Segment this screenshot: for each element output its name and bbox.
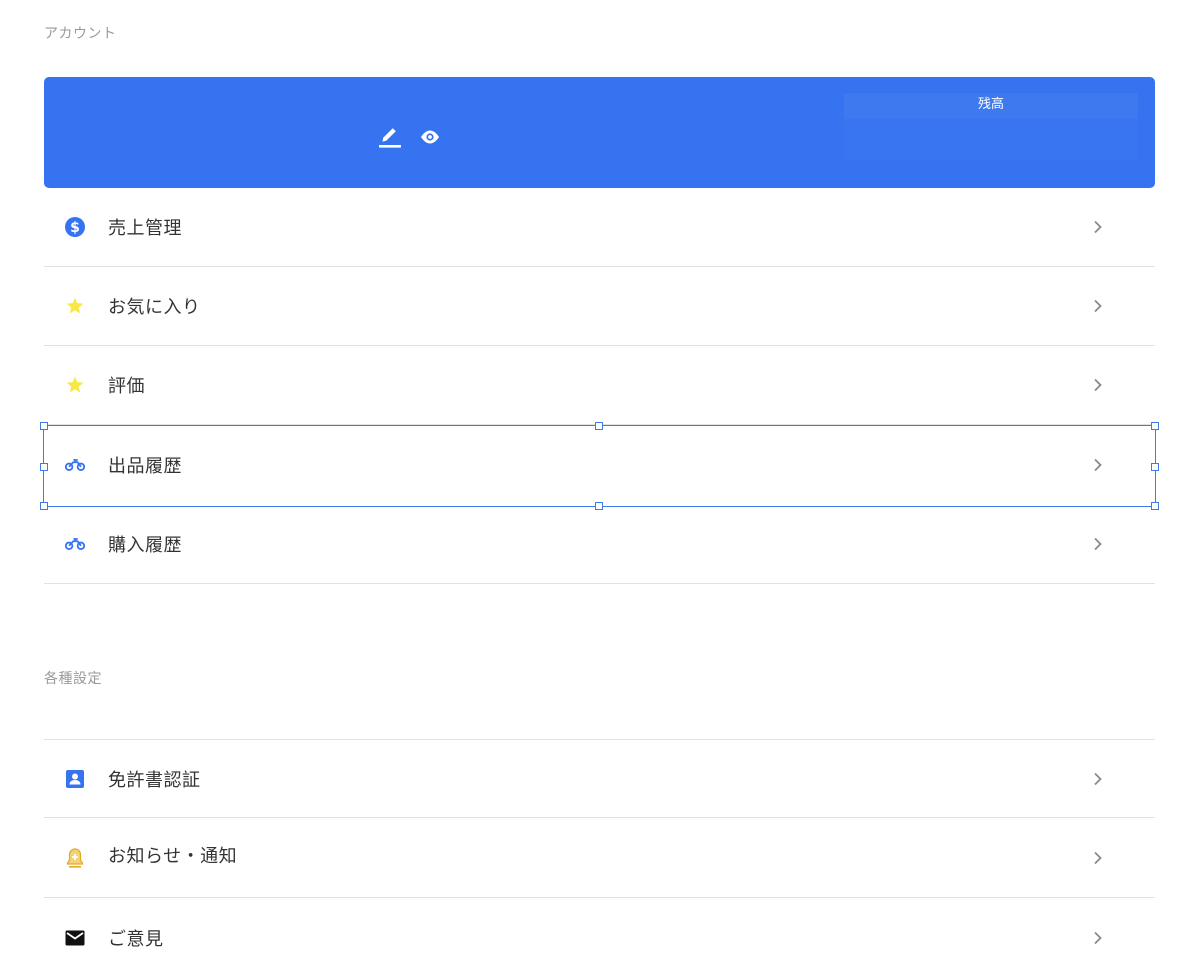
- eye-icon[interactable]: [418, 125, 442, 149]
- menu-item-sales[interactable]: $ 売上管理: [44, 188, 1155, 267]
- motorcycle-icon: [65, 455, 85, 475]
- balance-header: 残高: [844, 93, 1138, 119]
- menu-item-ratings[interactable]: 評価: [44, 346, 1155, 425]
- chevron-right-icon: [1091, 458, 1105, 472]
- balance-value-area: [844, 119, 1138, 159]
- profile-card: 残高: [44, 77, 1155, 188]
- settings-menu: 免許書認証 お知らせ・通知 ご意見: [44, 739, 1155, 978]
- section-title-account: アカウント: [44, 26, 117, 42]
- menu-item-feedback[interactable]: ご意見: [44, 898, 1155, 978]
- account-menu: $ 売上管理 お気に入り 評価 出品履歴 購入履歴: [44, 188, 1155, 584]
- chevron-right-icon: [1091, 537, 1105, 551]
- menu-label: 評価: [108, 376, 145, 397]
- id-card-icon: [65, 769, 85, 789]
- menu-label: お知らせ・通知: [108, 845, 238, 867]
- profile-actions: [378, 125, 442, 149]
- section-title-settings: 各種設定: [44, 671, 102, 687]
- menu-item-favorites[interactable]: お気に入り: [44, 267, 1155, 346]
- motorcycle-icon: [65, 534, 85, 554]
- star-icon: [65, 296, 85, 316]
- menu-label: 出品履歴: [108, 455, 182, 477]
- chevron-right-icon: [1091, 299, 1105, 313]
- menu-label: 売上管理: [108, 218, 182, 239]
- menu-label: 購入履歴: [108, 535, 182, 556]
- menu-item-notifications[interactable]: お知らせ・通知: [44, 818, 1155, 898]
- chevron-right-icon: [1091, 220, 1105, 234]
- star-icon: [65, 375, 85, 395]
- chevron-right-icon: [1091, 931, 1105, 945]
- dollar-circle-icon: $: [65, 217, 85, 237]
- menu-label: ご意見: [108, 929, 164, 950]
- bell-icon: [65, 847, 85, 868]
- chevron-right-icon: [1091, 851, 1105, 865]
- balance-label: 残高: [977, 97, 1004, 112]
- chevron-right-icon: [1091, 772, 1105, 786]
- menu-item-license-verification[interactable]: 免許書認証: [44, 740, 1155, 818]
- chevron-right-icon: [1091, 378, 1105, 392]
- mail-icon: [65, 928, 85, 948]
- menu-label: お気に入り: [108, 297, 201, 318]
- svg-text:$: $: [70, 220, 80, 236]
- pencil-icon[interactable]: [378, 125, 402, 149]
- menu-item-listing-history[interactable]: 出品履歴: [44, 425, 1155, 505]
- menu-label: 免許書認証: [108, 769, 201, 791]
- menu-item-purchase-history[interactable]: 購入履歴: [44, 505, 1155, 584]
